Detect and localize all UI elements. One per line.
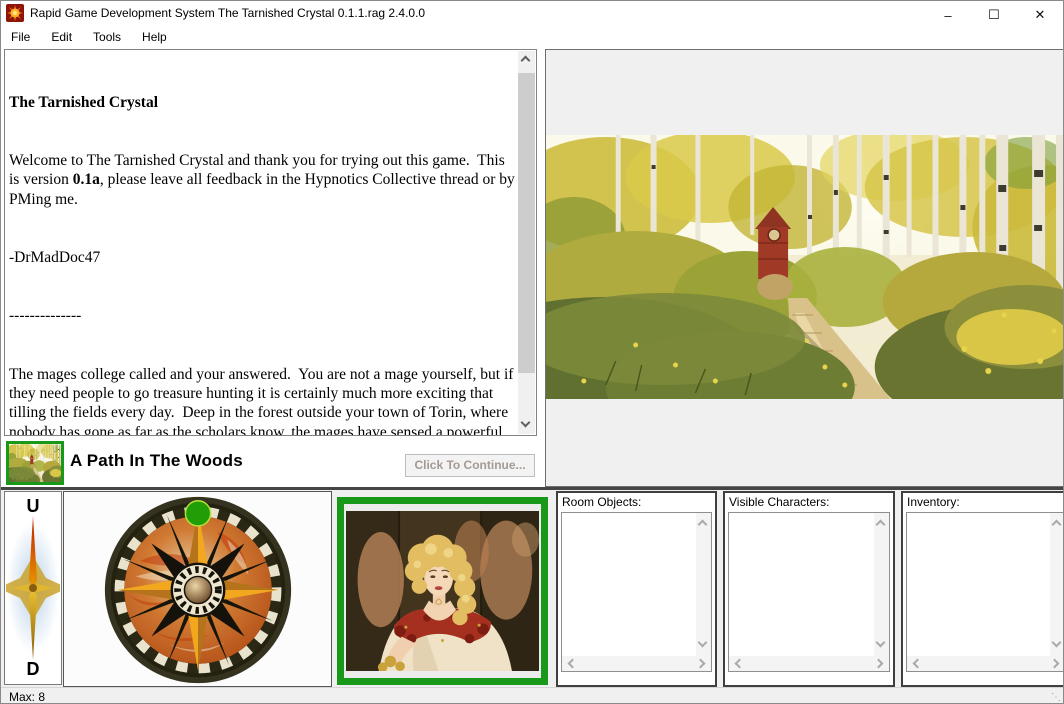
- down-label[interactable]: D: [5, 659, 61, 680]
- scroll-up-icon[interactable]: [876, 520, 886, 530]
- character-portrait-image[interactable]: [346, 511, 539, 671]
- inventory-vscrollbar[interactable]: [1050, 513, 1064, 656]
- status-bar: Max: 8 ⋱: [1, 687, 1064, 704]
- room-objects-panel: Room Objects:: [556, 491, 717, 687]
- story-scrollbar[interactable]: [518, 51, 535, 434]
- menu-edit[interactable]: Edit: [43, 27, 80, 47]
- story-panel: The Tarnished Crystal Welcome to The Tar…: [4, 49, 537, 436]
- room-title: A Path In The Woods: [70, 451, 243, 471]
- visible-characters-panel: Visible Characters:: [723, 491, 895, 687]
- compass-north-dot[interactable]: [185, 501, 210, 526]
- story-heading: The Tarnished Crystal: [9, 93, 515, 112]
- menu-help[interactable]: Help: [134, 27, 175, 47]
- scroll-down-icon[interactable]: [698, 638, 708, 648]
- resize-grip-icon[interactable]: ⋱: [1051, 692, 1062, 703]
- inventory-panel: Inventory:: [901, 491, 1064, 687]
- app-icon: [6, 4, 24, 22]
- compass-rose-icon[interactable]: [101, 493, 295, 687]
- close-icon: ✕: [1035, 7, 1046, 23]
- visible-characters-vscrollbar[interactable]: [874, 513, 889, 656]
- story-signature: -DrMadDoc47: [9, 248, 515, 267]
- scroll-down-icon[interactable]: [521, 418, 531, 428]
- scroll-down-icon[interactable]: [876, 638, 886, 648]
- up-label[interactable]: U: [5, 496, 61, 517]
- inventory-label: Inventory:: [907, 495, 960, 509]
- scroll-up-icon[interactable]: [1052, 520, 1062, 530]
- scroll-right-icon[interactable]: [874, 659, 884, 669]
- titlebar: Rapid Game Development System The Tarnis…: [1, 1, 1063, 25]
- scene-image: [546, 135, 1064, 399]
- room-objects-label: Room Objects:: [562, 495, 641, 509]
- room-objects-vscrollbar[interactable]: [696, 513, 711, 656]
- scroll-left-icon[interactable]: [735, 659, 745, 669]
- inventory-list[interactable]: [906, 512, 1064, 672]
- story-text: The Tarnished Crystal Welcome to The Tar…: [5, 51, 517, 435]
- scroll-down-icon[interactable]: [1052, 638, 1062, 648]
- app-window: Rapid Game Development System The Tarnis…: [0, 0, 1064, 704]
- minimize-icon: –: [944, 8, 951, 23]
- scroll-up-icon[interactable]: [698, 520, 708, 530]
- scroll-up-icon[interactable]: [521, 56, 531, 66]
- inventory-hscrollbar[interactable]: [907, 656, 1064, 671]
- visible-characters-hscrollbar[interactable]: [729, 656, 889, 671]
- menu-tools[interactable]: Tools: [85, 27, 129, 47]
- menubar: File Edit Tools Help: [1, 25, 1063, 48]
- scroll-right-icon[interactable]: [696, 659, 706, 669]
- scene-panel: [545, 49, 1064, 487]
- story-scrollbar-thumb[interactable]: [518, 73, 535, 373]
- story-paragraph-intro: Welcome to The Tarnished Crystal and tha…: [9, 151, 515, 209]
- vertical-compass-icon: [6, 516, 60, 660]
- menu-file[interactable]: File: [3, 27, 38, 47]
- scroll-left-icon[interactable]: [913, 659, 923, 669]
- room-strip: A Path In The Woods Click To Continue...: [4, 439, 537, 487]
- scroll-left-icon[interactable]: [568, 659, 578, 669]
- visible-characters-list[interactable]: [728, 512, 890, 672]
- window-title: Rapid Game Development System The Tarnis…: [30, 6, 425, 20]
- character-portrait-panel[interactable]: [337, 497, 548, 685]
- visible-characters-label: Visible Characters:: [729, 495, 830, 509]
- up-down-panel[interactable]: U D: [4, 491, 62, 685]
- compass-panel[interactable]: [63, 491, 332, 687]
- continue-button[interactable]: Click To Continue...: [405, 454, 535, 477]
- maximize-icon: ☐: [988, 7, 1000, 23]
- room-objects-list[interactable]: [561, 512, 712, 672]
- room-thumbnail: [6, 441, 64, 485]
- bottom-area: U D Room Objects:: [1, 490, 1064, 704]
- room-objects-hscrollbar[interactable]: [562, 656, 711, 671]
- story-version: 0.1a: [73, 171, 100, 188]
- scroll-right-icon[interactable]: [1050, 659, 1060, 669]
- story-paragraph-main: The mages college called and your answer…: [9, 365, 515, 436]
- max-status: Max: 8: [9, 690, 45, 704]
- story-divider: --------------: [9, 306, 515, 325]
